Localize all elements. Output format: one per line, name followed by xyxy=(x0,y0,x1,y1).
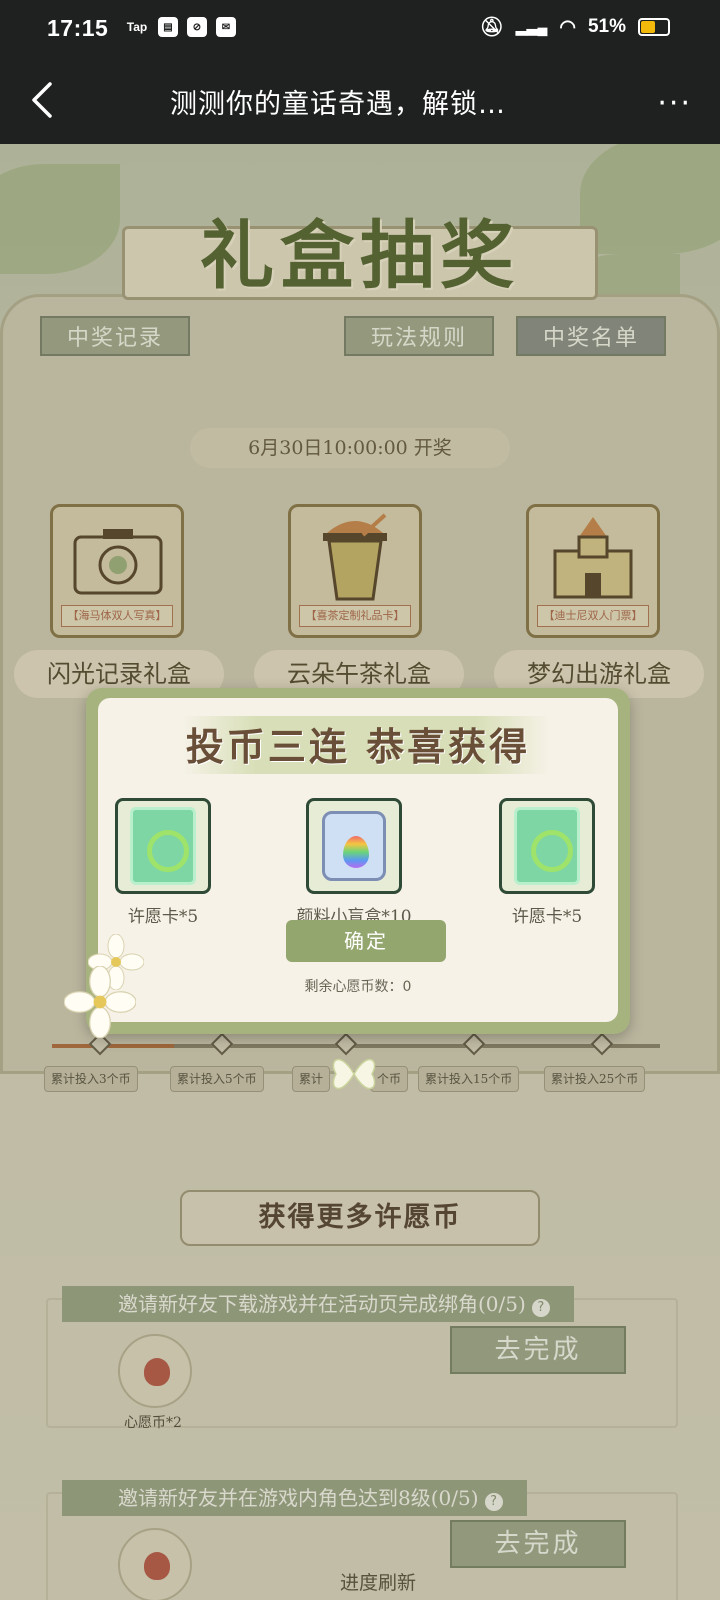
battery-percent: 51% xyxy=(587,16,626,37)
signal-icon: ▂▃▄ xyxy=(515,18,548,35)
butterfly-icon xyxy=(332,1059,376,1089)
app-notification-icon: ▤ xyxy=(158,17,178,37)
page-title: 测测你的童话奇遇，解锁… xyxy=(170,89,506,120)
back-button[interactable] xyxy=(24,76,64,124)
status-time: 17:15 xyxy=(47,15,109,41)
confirm-button[interactable]: 确定 xyxy=(286,920,446,962)
app-notification-icon-2: ⊘ xyxy=(187,17,207,37)
status-right: 🔕︎ ▂▃▄ ◠ 51% xyxy=(480,15,670,39)
wish-card-icon xyxy=(514,807,580,885)
flower-icon xyxy=(64,966,136,1038)
reward-tile xyxy=(499,798,595,894)
reward-name: 许愿卡*5 xyxy=(127,907,199,927)
more-menu-button[interactable]: ··· xyxy=(657,86,692,121)
reward-name: 许愿卡*5 xyxy=(511,907,583,927)
mute-icon: 🔕︎ xyxy=(479,17,504,38)
paint-bag-icon xyxy=(322,811,386,881)
notification-icons: Tap ▤ ⊘ ✉ xyxy=(125,17,236,37)
remaining-coins: 剩余心愿币数：0 xyxy=(304,979,412,995)
reward-modal: 投币三连 恭喜获得 许愿卡*5 颜料小盲盒*10 许愿卡*5 确定 剩余心愿币数… xyxy=(86,688,630,1034)
mail-notification-icon: ✉ xyxy=(216,17,236,37)
wish-card-icon xyxy=(130,807,196,885)
modal-body: 投币三连 恭喜获得 许愿卡*5 颜料小盲盒*10 许愿卡*5 确定 剩余心愿币数… xyxy=(98,698,618,1022)
reward-tile xyxy=(306,798,402,894)
nav-bar: 测测你的童话奇遇，解锁… ··· xyxy=(0,56,720,144)
status-bar: 17:15 Tap ▤ ⊘ ✉ 🔕︎ ▂▃▄ ◠ 51% xyxy=(0,0,720,56)
reward-tile xyxy=(115,798,211,894)
battery-icon xyxy=(638,18,670,36)
wifi-icon: ◠ xyxy=(559,16,576,38)
taptap-icon: Tap xyxy=(126,20,148,34)
chevron-left-icon xyxy=(32,82,52,118)
modal-title: 投币三连 恭喜获得 xyxy=(185,724,531,769)
